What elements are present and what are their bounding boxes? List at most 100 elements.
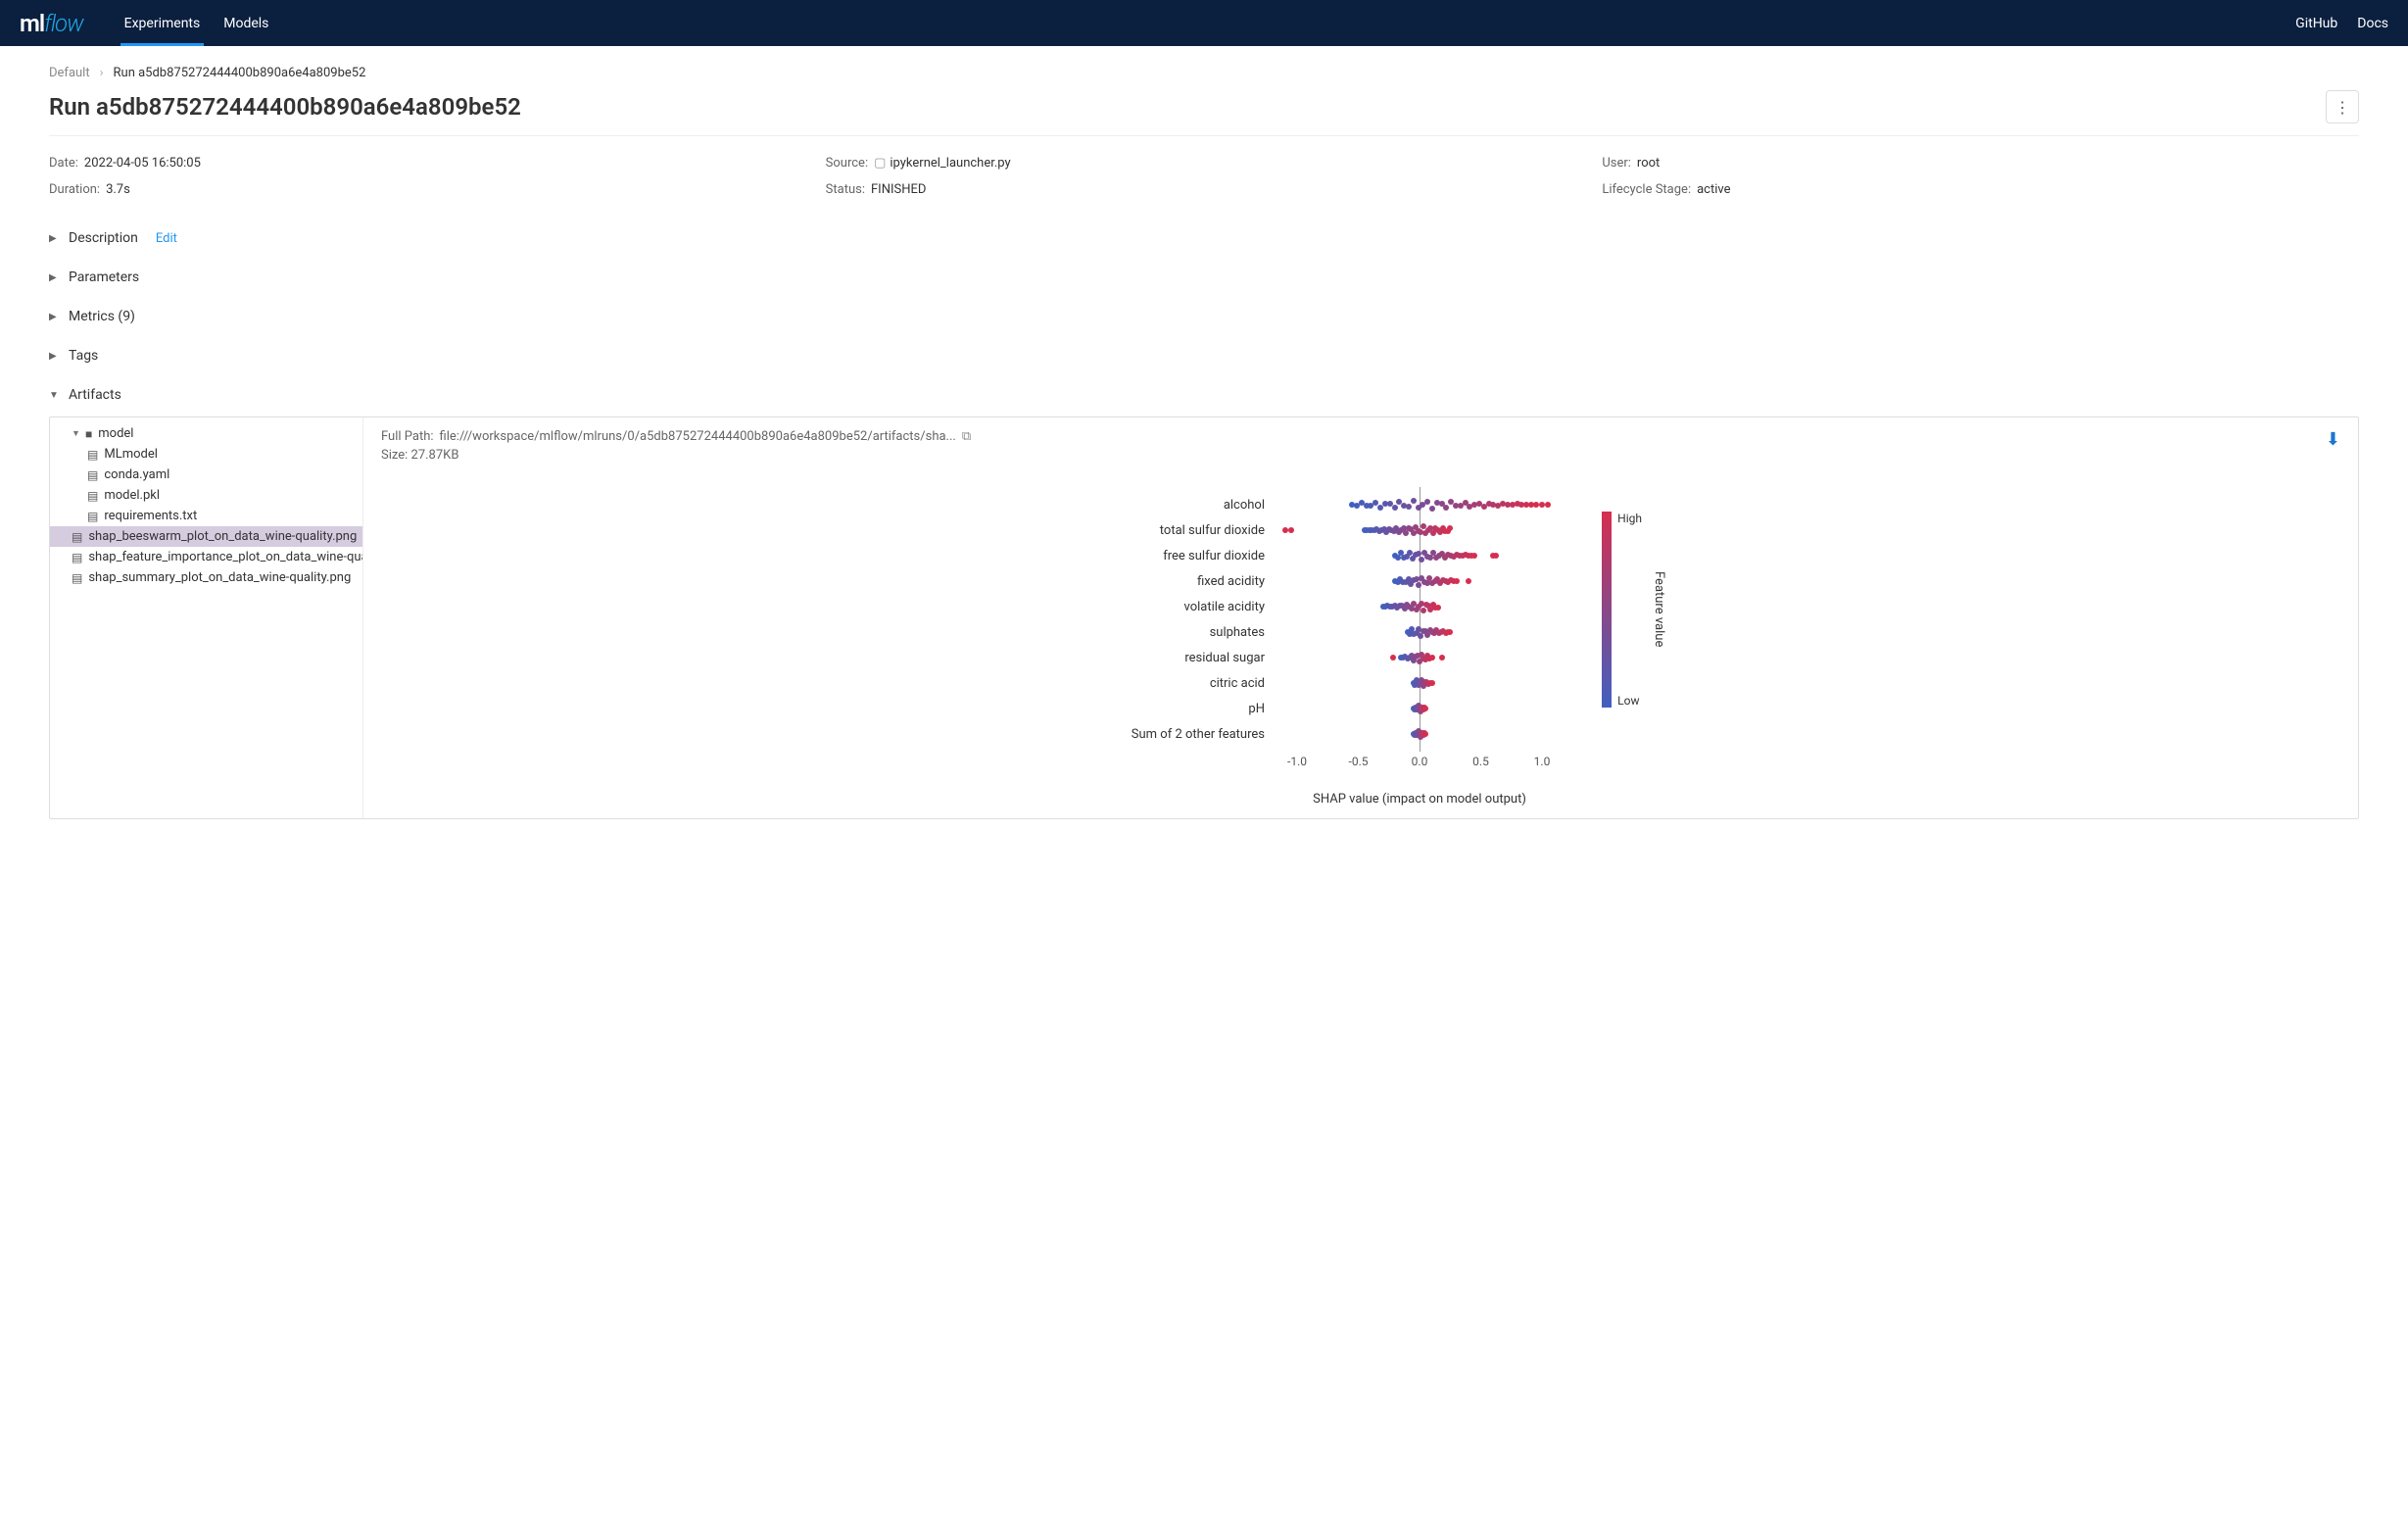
artifact-path-value: file:///workspace/mlflow/mlruns/0/a5db87… xyxy=(440,429,956,444)
file-icon: ▤ xyxy=(87,448,98,462)
date-value: 2022-04-05 16:50:05 xyxy=(84,156,201,171)
status-value: FINISHED xyxy=(871,182,926,197)
chart-feature-row: total sulfur dioxide xyxy=(1106,517,1615,543)
source-label: Source: xyxy=(826,156,868,171)
user-label: User: xyxy=(1602,156,1631,171)
chart-feature-label: volatile acidity xyxy=(1106,600,1273,614)
chart-feature-swarm xyxy=(1273,492,1615,517)
caret-right-icon: ▶ xyxy=(49,312,59,322)
chart-feature-swarm xyxy=(1273,594,1615,619)
lifecycle-value: active xyxy=(1697,182,1730,197)
file-icon: ▤ xyxy=(72,530,82,544)
logo-ml: ml xyxy=(20,10,44,37)
tree-file-mlmodel[interactable]: ▤MLmodel xyxy=(50,444,362,465)
chart-feature-swarm xyxy=(1273,696,1615,721)
artifact-size-value: 27.87KB xyxy=(411,448,459,463)
tree-file-summary[interactable]: ▤shap_summary_plot_on_data_wine-quality.… xyxy=(50,567,362,588)
file-icon: ▤ xyxy=(72,551,82,564)
status-label: Status: xyxy=(826,182,865,197)
source-value: ▢ipykernel_launcher.py xyxy=(874,156,1011,171)
chart-feature-label: free sulfur dioxide xyxy=(1106,549,1273,563)
tree-file-beeswarm[interactable]: ▤shap_beeswarm_plot_on_data_wine-quality… xyxy=(50,526,362,547)
duration-value: 3.7s xyxy=(106,182,130,197)
file-icon: ▤ xyxy=(87,510,98,523)
date-label: Date: xyxy=(49,156,78,171)
more-actions-button[interactable]: ⋮ xyxy=(2326,90,2359,123)
chart-feature-label: citric acid xyxy=(1106,676,1273,691)
artifact-viewer: ⬇ Full Path: file:///workspace/mlflow/mlr… xyxy=(363,417,2358,818)
chart-feature-label: residual sugar xyxy=(1106,651,1273,665)
chart-feature-swarm xyxy=(1273,517,1615,543)
chart-feature-row: sulphates xyxy=(1106,619,1615,645)
chart-feature-row: fixed acidity xyxy=(1106,568,1615,594)
copy-path-button[interactable]: ⧉ xyxy=(962,429,971,444)
chart-feature-row: free sulfur dioxide xyxy=(1106,543,1615,568)
section-description[interactable]: ▶ Description Edit xyxy=(49,226,2359,250)
main-navbar: ml flow Experiments Models GitHub Docs xyxy=(0,0,2408,46)
tree-file-modelpkl[interactable]: ▤model.pkl xyxy=(50,485,362,506)
chart-feature-label: total sulfur dioxide xyxy=(1106,523,1273,538)
chart-feature-swarm xyxy=(1273,619,1615,645)
artifact-path-label: Full Path: xyxy=(381,429,434,444)
chart-feature-row: pH xyxy=(1106,696,1615,721)
user-value: root xyxy=(1637,156,1660,171)
tree-folder-model[interactable]: ▼ ■ model xyxy=(50,423,362,444)
chart-feature-label: pH xyxy=(1106,702,1273,716)
chart-feature-label: sulphates xyxy=(1106,625,1273,640)
caret-down-icon: ▼ xyxy=(72,428,81,439)
caret-right-icon: ▶ xyxy=(49,233,59,244)
tree-file-conda[interactable]: ▤conda.yaml xyxy=(50,465,362,485)
chevron-right-icon: › xyxy=(100,66,104,80)
section-artifacts[interactable]: ▼ Artifacts xyxy=(49,383,2359,407)
section-metrics[interactable]: ▶ Metrics (9) xyxy=(49,305,2359,328)
tree-file-requirements[interactable]: ▤requirements.txt xyxy=(50,506,362,526)
artifact-size-label: Size: xyxy=(381,448,408,463)
shap-beeswarm-chart: High Low Feature value alcohol total sulf… xyxy=(381,492,2340,807)
breadcrumb: Default › Run a5db875272444400b890a6e4a8… xyxy=(49,66,2359,80)
caret-right-icon: ▶ xyxy=(49,351,59,362)
chart-feature-label: Sum of 2 other features xyxy=(1106,727,1273,742)
chart-feature-row: volatile acidity xyxy=(1106,594,1615,619)
download-button[interactable]: ⬇ xyxy=(2326,429,2340,450)
breadcrumb-current: Run a5db875272444400b890a6e4a809be52 xyxy=(114,66,366,80)
kebab-icon: ⋮ xyxy=(2335,98,2350,117)
colorbar-high: High xyxy=(1617,512,1642,525)
tree-file-importance[interactable]: ▤shap_feature_importance_plot_on_data_wi… xyxy=(50,547,362,567)
chart-feature-swarm xyxy=(1273,645,1615,670)
tab-experiments[interactable]: Experiments xyxy=(113,0,213,46)
mlflow-logo[interactable]: ml flow xyxy=(20,10,83,37)
chart-feature-swarm xyxy=(1273,721,1615,747)
colorbar-low: Low xyxy=(1617,694,1642,708)
file-icon: ▤ xyxy=(72,571,82,585)
laptop-icon: ▢ xyxy=(874,156,886,171)
logo-flow: flow xyxy=(44,10,83,37)
chart-feature-row: residual sugar xyxy=(1106,645,1615,670)
chart-feature-row: alcohol xyxy=(1106,492,1615,517)
link-github[interactable]: GitHub xyxy=(2295,16,2337,31)
chart-feature-label: alcohol xyxy=(1106,498,1273,513)
breadcrumb-root[interactable]: Default xyxy=(49,66,90,80)
page-title: Run a5db875272444400b890a6e4a809be52 xyxy=(49,93,521,121)
artifact-tree: ▼ ■ model ▤MLmodel ▤conda.yaml ▤model.pk… xyxy=(50,417,363,818)
edit-description-link[interactable]: Edit xyxy=(156,231,177,246)
duration-label: Duration: xyxy=(49,182,100,197)
chart-feature-swarm xyxy=(1273,543,1615,568)
chart-feature-swarm xyxy=(1273,670,1615,696)
lifecycle-label: Lifecycle Stage: xyxy=(1602,182,1691,197)
link-docs[interactable]: Docs xyxy=(2357,16,2388,31)
section-parameters[interactable]: ▶ Parameters xyxy=(49,266,2359,289)
download-icon: ⬇ xyxy=(2326,429,2340,450)
file-icon: ▤ xyxy=(87,468,98,482)
chart-feature-row: citric acid xyxy=(1106,670,1615,696)
chart-feature-row: Sum of 2 other features xyxy=(1106,721,1615,747)
caret-down-icon: ▼ xyxy=(49,390,59,401)
colorbar-title: Feature value xyxy=(1652,571,1666,647)
chart-feature-swarm xyxy=(1273,568,1615,594)
chart-x-label: SHAP value (impact on model output) xyxy=(1273,792,1566,807)
section-tags[interactable]: ▶ Tags xyxy=(49,344,2359,367)
caret-right-icon: ▶ xyxy=(49,272,59,283)
file-icon: ▤ xyxy=(87,489,98,503)
folder-icon: ■ xyxy=(85,427,92,441)
tab-models[interactable]: Models xyxy=(212,0,280,46)
chart-feature-label: fixed acidity xyxy=(1106,574,1273,589)
